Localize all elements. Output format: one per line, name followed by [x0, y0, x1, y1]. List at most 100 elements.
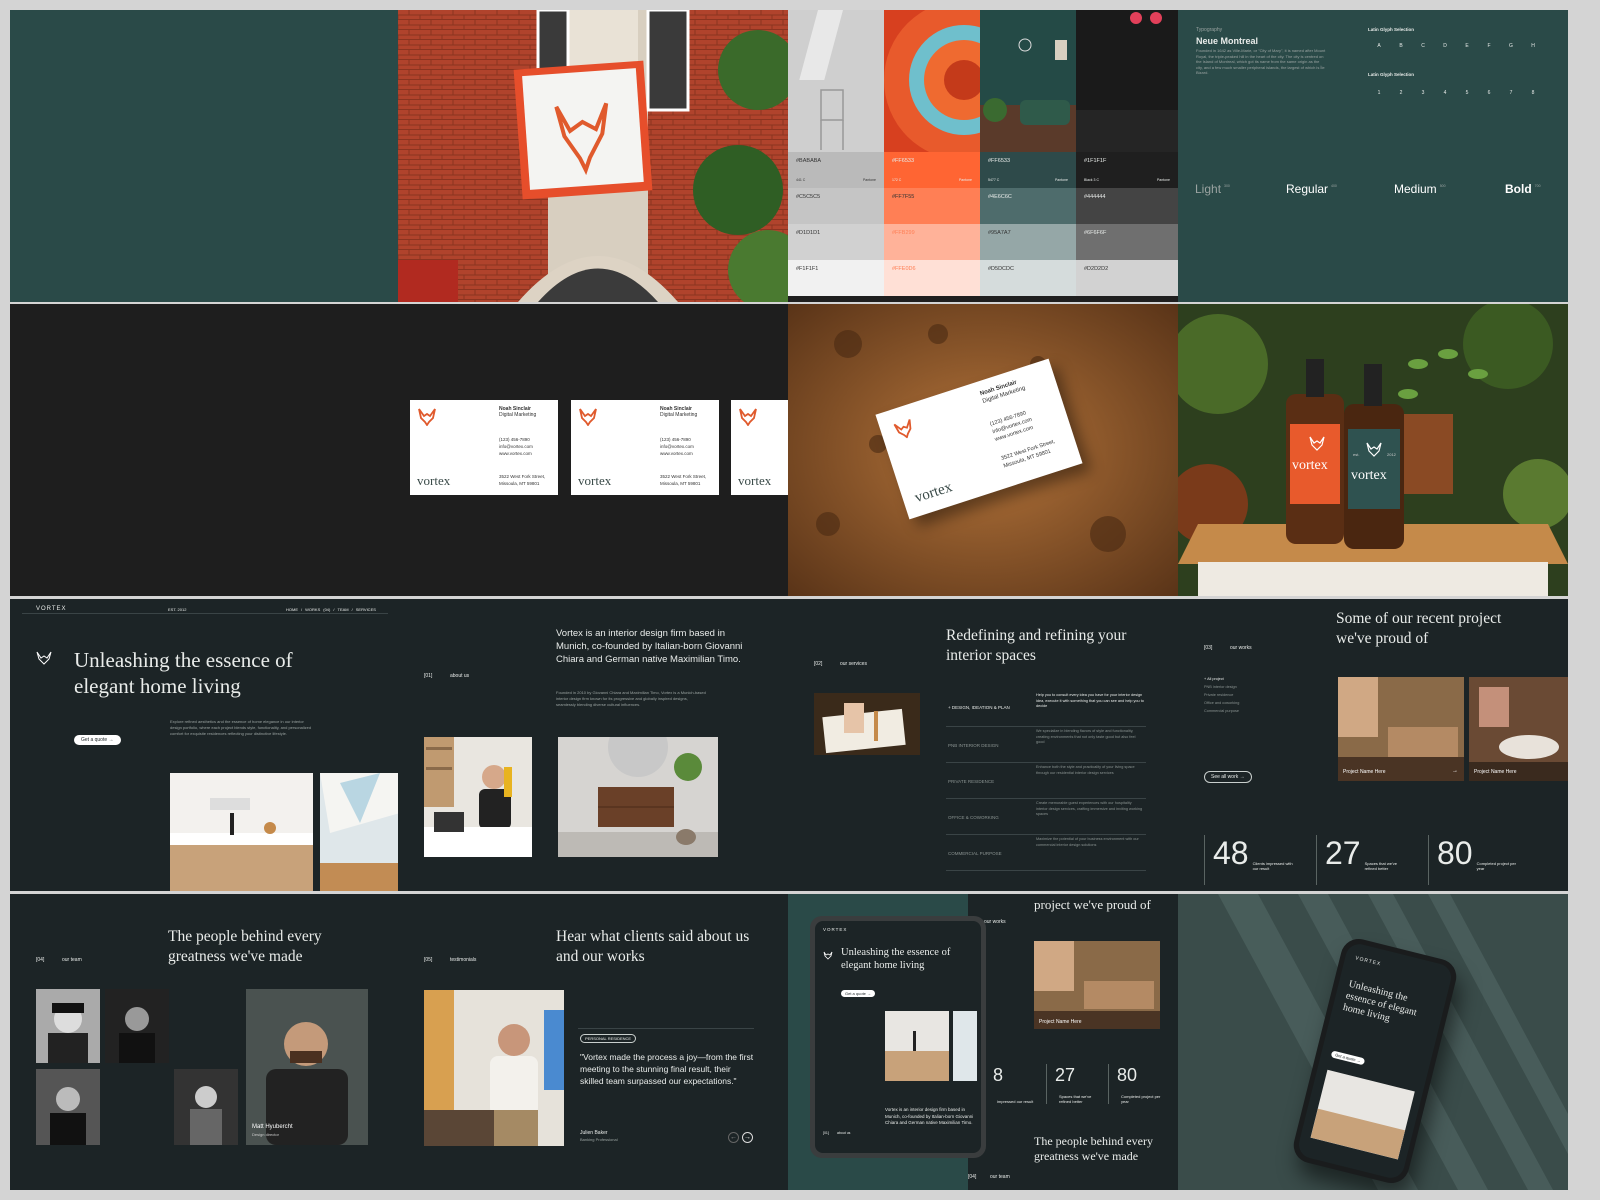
card-email: info@vortex.com: [660, 444, 694, 449]
palette-swatch: #444444: [1076, 188, 1178, 224]
swatch-code: #1F1F1F: [1084, 158, 1107, 164]
palette-swatch: #FF7F55: [884, 188, 980, 224]
glyph: H: [1531, 43, 1535, 49]
service-row[interactable]: OFFICE & COWORKING Create memorable guest…: [946, 799, 1146, 835]
team-photo-3: [36, 1069, 100, 1145]
filter-item[interactable]: PNB interior design: [1204, 683, 1294, 691]
nav-item: /: [333, 607, 335, 612]
stat-label: Spaces that we've refined better: [1059, 1094, 1092, 1104]
stat-block: 80Completed project per year: [1428, 835, 1536, 885]
fox-logo-icon: [739, 408, 757, 426]
card-address-2: Missoula, MT 59801: [660, 481, 701, 486]
stat-number: 80: [1117, 1065, 1138, 1085]
see-all-work-button[interactable]: See all work →: [1204, 771, 1252, 783]
backdrop-works-label: our works: [984, 919, 1006, 925]
fox-logo-icon: [823, 951, 833, 960]
swatch-code: #F1F1F1: [796, 266, 819, 272]
fox-logo-icon: [36, 651, 52, 665]
glyph-title-digits: Latin Glyph Selection: [1368, 72, 1415, 77]
services-slide: [02] our services Redefining and refinin…: [788, 599, 1178, 891]
service-name: COMMERCIAL PURPOSE: [948, 851, 1002, 856]
filter-item[interactable]: Private residence: [1204, 691, 1294, 699]
next-arrow-icon[interactable]: →: [742, 1132, 753, 1143]
glyph: C: [1421, 43, 1425, 49]
weight-name: Regular: [1286, 182, 1329, 196]
project-card-2[interactable]: Project Name Here: [1469, 677, 1568, 781]
works-stats: 48 Clients impressed with our result 27 Spa…: [1204, 835, 1568, 885]
works-slide: [03] our works Some of our recent projec…: [1178, 599, 1568, 891]
brand-presentation-grid: #BABABA 441 C Pantone #C5C5C5 #D1D1D1 #F1F1F1…: [0, 0, 1600, 1200]
testimonials-label: testimonials: [450, 957, 477, 963]
font-name: Neue Montreal: [1196, 36, 1259, 46]
works-label: our works: [1230, 645, 1252, 651]
swatch-pantone: Black 3 C: [1084, 178, 1099, 182]
card-brand: vortex: [912, 479, 955, 507]
filter-item[interactable]: Commercial purpose: [1204, 707, 1294, 715]
nav-item[interactable]: HOME: [286, 607, 298, 612]
project-card-1[interactable]: Project Name Here →: [1338, 677, 1464, 781]
nav-item[interactable]: SERVICES: [356, 607, 376, 612]
card-phone: (123) 456-7890: [660, 437, 691, 442]
card-on-rock-photo: Noah Sinclair Digital Marketing (123) 45…: [788, 304, 1178, 596]
font-weight-sample: Light 300: [1195, 180, 1230, 198]
testimonial-tag: PERSONAL RESIDENCE: [580, 1034, 637, 1043]
service-row[interactable]: PNB INTERIOR DESIGN We specialize in blen…: [946, 727, 1146, 763]
tablet-mockup-slide: our works project we've proud of Project…: [788, 894, 1178, 1190]
swatch-code: #BABABA: [796, 158, 822, 164]
service-name: + DESIGN, IDEATION & PLAN: [948, 705, 1010, 710]
bottle-brand-left: vortex: [1292, 458, 1328, 473]
service-row[interactable]: + DESIGN, IDEATION & PLAN Help you to con…: [946, 691, 1146, 727]
kitchen-photo: [170, 773, 313, 891]
swatch-code: #FF7F55: [892, 194, 915, 200]
client-role: Banking Professional: [580, 1137, 618, 1142]
backdrop-team-label: our team: [990, 1174, 1010, 1180]
est-label: EST. 2012: [168, 607, 187, 612]
swatch-code: #4E6C6C: [988, 194, 1012, 200]
service-description: Help you to consult every idea you have …: [1036, 693, 1144, 708]
nav-item[interactable]: WORKS: [305, 607, 320, 612]
glyph: A: [1377, 43, 1381, 49]
card-address-1: 3522 West Fork Street,: [660, 474, 707, 479]
get-quote-button[interactable]: Get a quote →: [74, 735, 121, 745]
phone-cta-button[interactable]: Get a quote →: [1330, 1050, 1366, 1066]
client-photo: [424, 990, 564, 1146]
tablet-cta-button[interactable]: Get a quote →: [841, 990, 876, 997]
about-slide: [01] about us Vortex is an interior desi…: [398, 599, 788, 891]
swatch-pantone: 5477 C: [988, 178, 1000, 182]
glyph: E: [1465, 43, 1469, 49]
building-sign-photo: [398, 10, 788, 302]
prev-arrow-icon[interactable]: ←: [728, 1132, 739, 1143]
site-logo[interactable]: VORTEX: [36, 606, 67, 612]
service-row[interactable]: PRIVATE RESIDENCE Enhance both the style …: [946, 763, 1146, 799]
hero-title: Unleashing the essence of elegant home l…: [74, 648, 293, 698]
weight-number: 300: [1224, 183, 1230, 188]
service-row[interactable]: COMMERCIAL PURPOSE Maximize the potential…: [946, 835, 1146, 871]
stat-number: 27: [1325, 835, 1361, 871]
palette-swatch: #4E6C6C: [980, 188, 1076, 224]
services-heading: Redefining and refining your interior sp…: [946, 627, 1127, 664]
nav-item[interactable]: TEAM: [338, 607, 349, 612]
stat-label: impressed our result: [997, 1099, 1034, 1104]
swatch-pantone: 441 C: [796, 178, 806, 182]
glyph: G: [1509, 43, 1513, 49]
arrow-right-icon: →: [1452, 768, 1458, 774]
teal-cover-slide: [10, 10, 400, 302]
card-web: www.vortex.com: [499, 451, 532, 456]
palette-swatch: #D1D1D1: [788, 224, 884, 260]
swatch-code: #FFB299: [892, 230, 915, 236]
swatch-pantone: 172 C: [892, 178, 902, 182]
services-list: + DESIGN, IDEATION & PLAN Help you to con…: [946, 691, 1146, 881]
about-body: Founded in 2010 by Giovanni Chiara and M…: [556, 690, 706, 707]
room-photo: [320, 773, 400, 891]
service-description: We specialize in blending flavors of sty…: [1036, 729, 1136, 744]
filter-item[interactable]: Office and coworking: [1204, 699, 1294, 707]
swatch-code: #6F6F6F: [1084, 230, 1107, 236]
backdrop-heading: project we've proud of: [1034, 897, 1151, 912]
palette-swatch: #FFB299: [884, 224, 980, 260]
phone-mockup-slide: VORTEX Unleashing the essence of elegant…: [1178, 894, 1568, 1190]
bottle-brand-right: vortex: [1351, 468, 1387, 483]
card-address-2: Missoula, MT 59801: [499, 481, 540, 486]
weight-name: Medium: [1394, 182, 1437, 196]
filter-item[interactable]: + All project: [1204, 675, 1294, 683]
about-label: about us: [450, 673, 470, 679]
